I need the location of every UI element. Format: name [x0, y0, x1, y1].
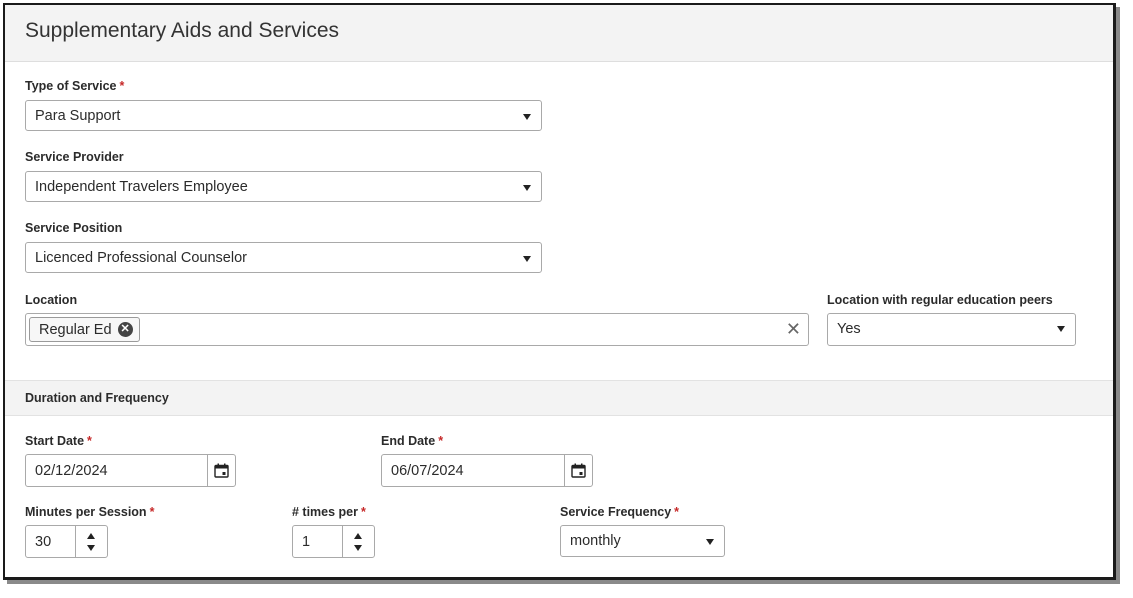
frequency-value: monthly — [570, 533, 621, 549]
service-provider-label: Service Provider — [25, 150, 124, 164]
end-date-value: 06/07/2024 — [391, 463, 464, 479]
service-position-label: Service Position — [25, 221, 123, 235]
end-date-label: End Date * — [381, 434, 444, 448]
caret-down-icon — [1057, 326, 1065, 332]
decrement-icon[interactable] — [87, 545, 95, 551]
service-provider-select[interactable]: Independent Travelers Employee — [25, 171, 542, 202]
type-of-service-label: Type of Service * — [25, 79, 125, 93]
type-of-service-value: Para Support — [35, 108, 121, 124]
close-circle-icon[interactable]: ✕ — [117, 322, 133, 337]
decrement-icon[interactable] — [354, 545, 362, 551]
stepper-buttons — [75, 526, 107, 557]
type-of-service-select[interactable]: Para Support — [25, 100, 542, 131]
service-position-value: Licenced Professional Counselor — [35, 250, 247, 266]
minutes-label: Minutes per Session * — [25, 505, 155, 519]
location-peers-label: Location with regular education peers — [827, 293, 1053, 307]
caret-down-icon — [706, 539, 714, 545]
location-chip[interactable]: Regular Ed ✕ — [29, 317, 140, 342]
increment-icon[interactable] — [354, 533, 362, 539]
times-per-stepper[interactable]: 1 — [292, 525, 375, 558]
service-position-select[interactable]: Licenced Professional Counselor — [25, 242, 542, 273]
location-label: Location — [25, 293, 78, 307]
stepper-buttons — [342, 526, 374, 557]
caret-down-icon — [523, 256, 531, 262]
location-multiselect[interactable]: Regular Ed ✕ ✕ — [25, 313, 809, 346]
close-icon[interactable]: ✕ — [786, 319, 801, 340]
duration-frequency-title: Duration and Frequency — [25, 391, 169, 405]
end-date-input[interactable]: 06/07/2024 — [381, 454, 593, 487]
location-chip-label: Regular Ed — [39, 321, 112, 338]
calendar-icon[interactable] — [564, 455, 592, 486]
duration-frequency-header: Duration and Frequency — [5, 380, 1113, 416]
location-peers-select[interactable]: Yes — [827, 313, 1076, 346]
service-provider-value: Independent Travelers Employee — [35, 179, 248, 195]
frequency-label: Service Frequency * — [560, 505, 680, 519]
section-title: Supplementary Aids and Services — [25, 19, 340, 42]
caret-down-icon — [523, 185, 531, 191]
frequency-select[interactable]: monthly — [560, 525, 725, 557]
supplementary-aids-panel: Supplementary Aids and Services Type of … — [3, 3, 1116, 580]
times-per-value: 1 — [302, 534, 311, 550]
start-date-value: 02/12/2024 — [35, 463, 108, 479]
minutes-stepper[interactable]: 30 — [25, 525, 108, 558]
section-header: Supplementary Aids and Services — [5, 5, 1113, 62]
caret-down-icon — [523, 114, 531, 120]
start-date-input[interactable]: 02/12/2024 — [25, 454, 236, 487]
location-peers-value: Yes — [837, 321, 861, 337]
increment-icon[interactable] — [87, 533, 95, 539]
minutes-value: 30 — [35, 534, 52, 550]
times-per-label: # times per * — [292, 505, 366, 519]
start-date-label: Start Date * — [25, 434, 92, 448]
calendar-icon[interactable] — [207, 455, 235, 486]
